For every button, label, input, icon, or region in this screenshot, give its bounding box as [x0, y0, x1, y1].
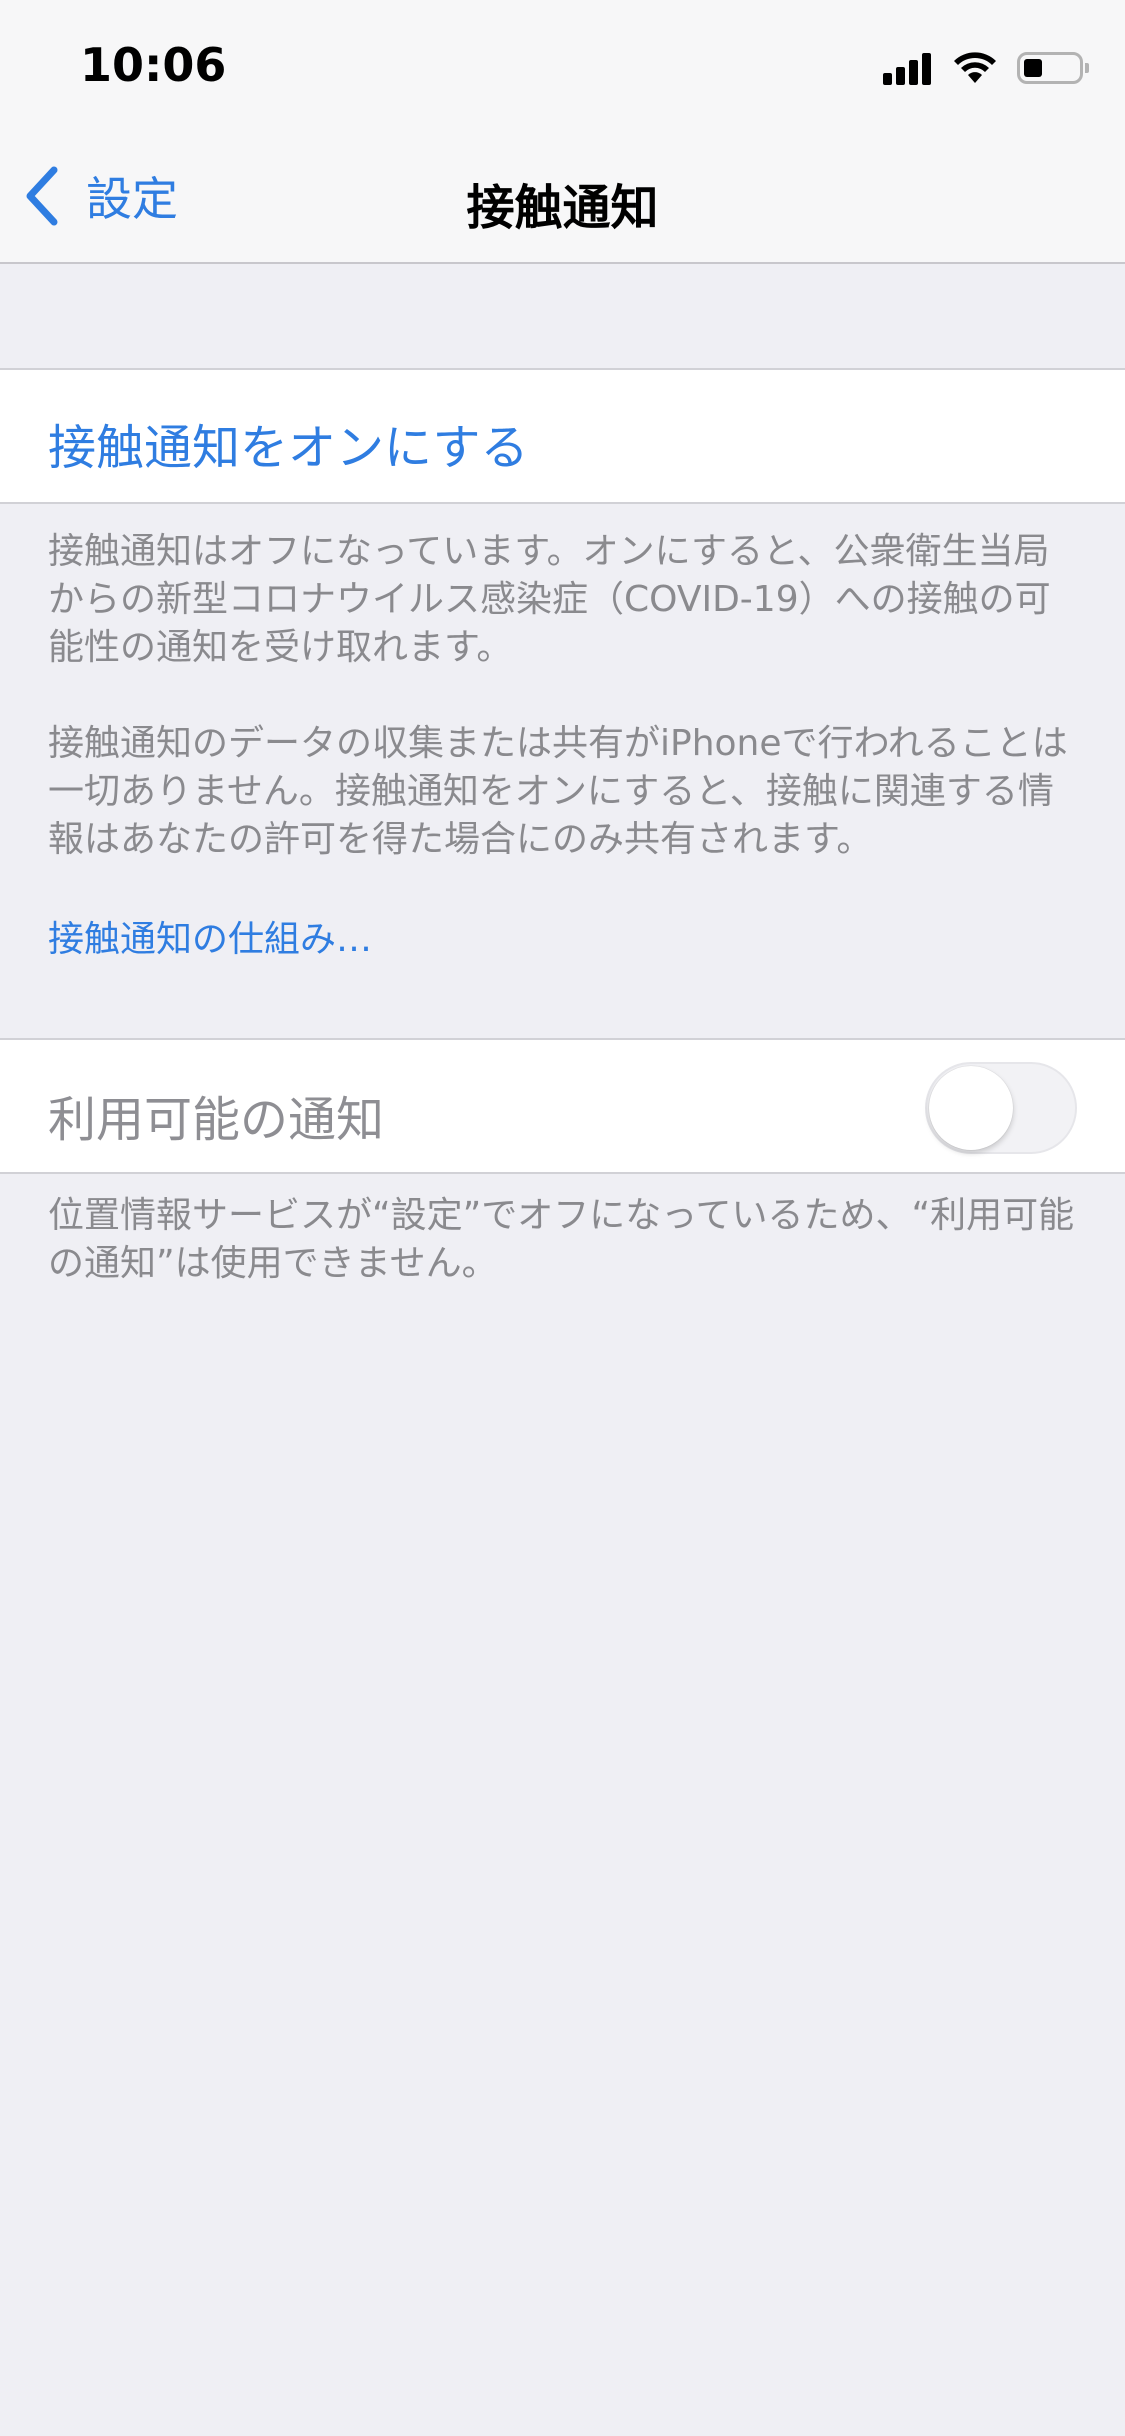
screen: 10:06 設定 接触通知 接触通知をオンにする 接触通知はオフになっています。… — [0, 0, 1125, 2436]
status-time: 10:06 — [80, 38, 227, 92]
navigation-bar: 設定 接触通知 — [0, 132, 1125, 264]
exposure-info-paragraph-2: 接触通知のデータの収集または共有がiPhoneで行われることは一切ありません。接… — [48, 723, 1068, 860]
availability-notifications-toggle[interactable] — [925, 1062, 1077, 1154]
toggle-knob — [929, 1066, 1013, 1150]
wifi-icon — [954, 52, 996, 83]
availability-footer-text: 位置情報サービスが“設定”でオフになっているため、“利用可能の通知”は使用できま… — [48, 1195, 1075, 1284]
turn-on-exposure-notifications-button[interactable]: 接触通知をオンにする — [0, 368, 1125, 504]
status-bar: 10:06 — [0, 0, 1125, 132]
page-title: 接触通知 — [466, 180, 659, 236]
signal-icon — [883, 51, 935, 85]
turn-on-label: 接触通知をオンにする — [48, 420, 529, 476]
availability-notifications-row: 利用可能の通知 — [0, 1038, 1125, 1174]
battery-icon — [1017, 52, 1089, 84]
status-icons — [883, 48, 1089, 88]
availability-notifications-label: 利用可能の通知 — [48, 1092, 385, 1148]
how-it-works-link[interactable]: 接触通知の仕組み… — [48, 910, 372, 962]
exposure-info-paragraph-1: 接触通知はオフになっています。オンにすると、公衆衛生当局からの新型コロナウイルス… — [48, 531, 1051, 668]
